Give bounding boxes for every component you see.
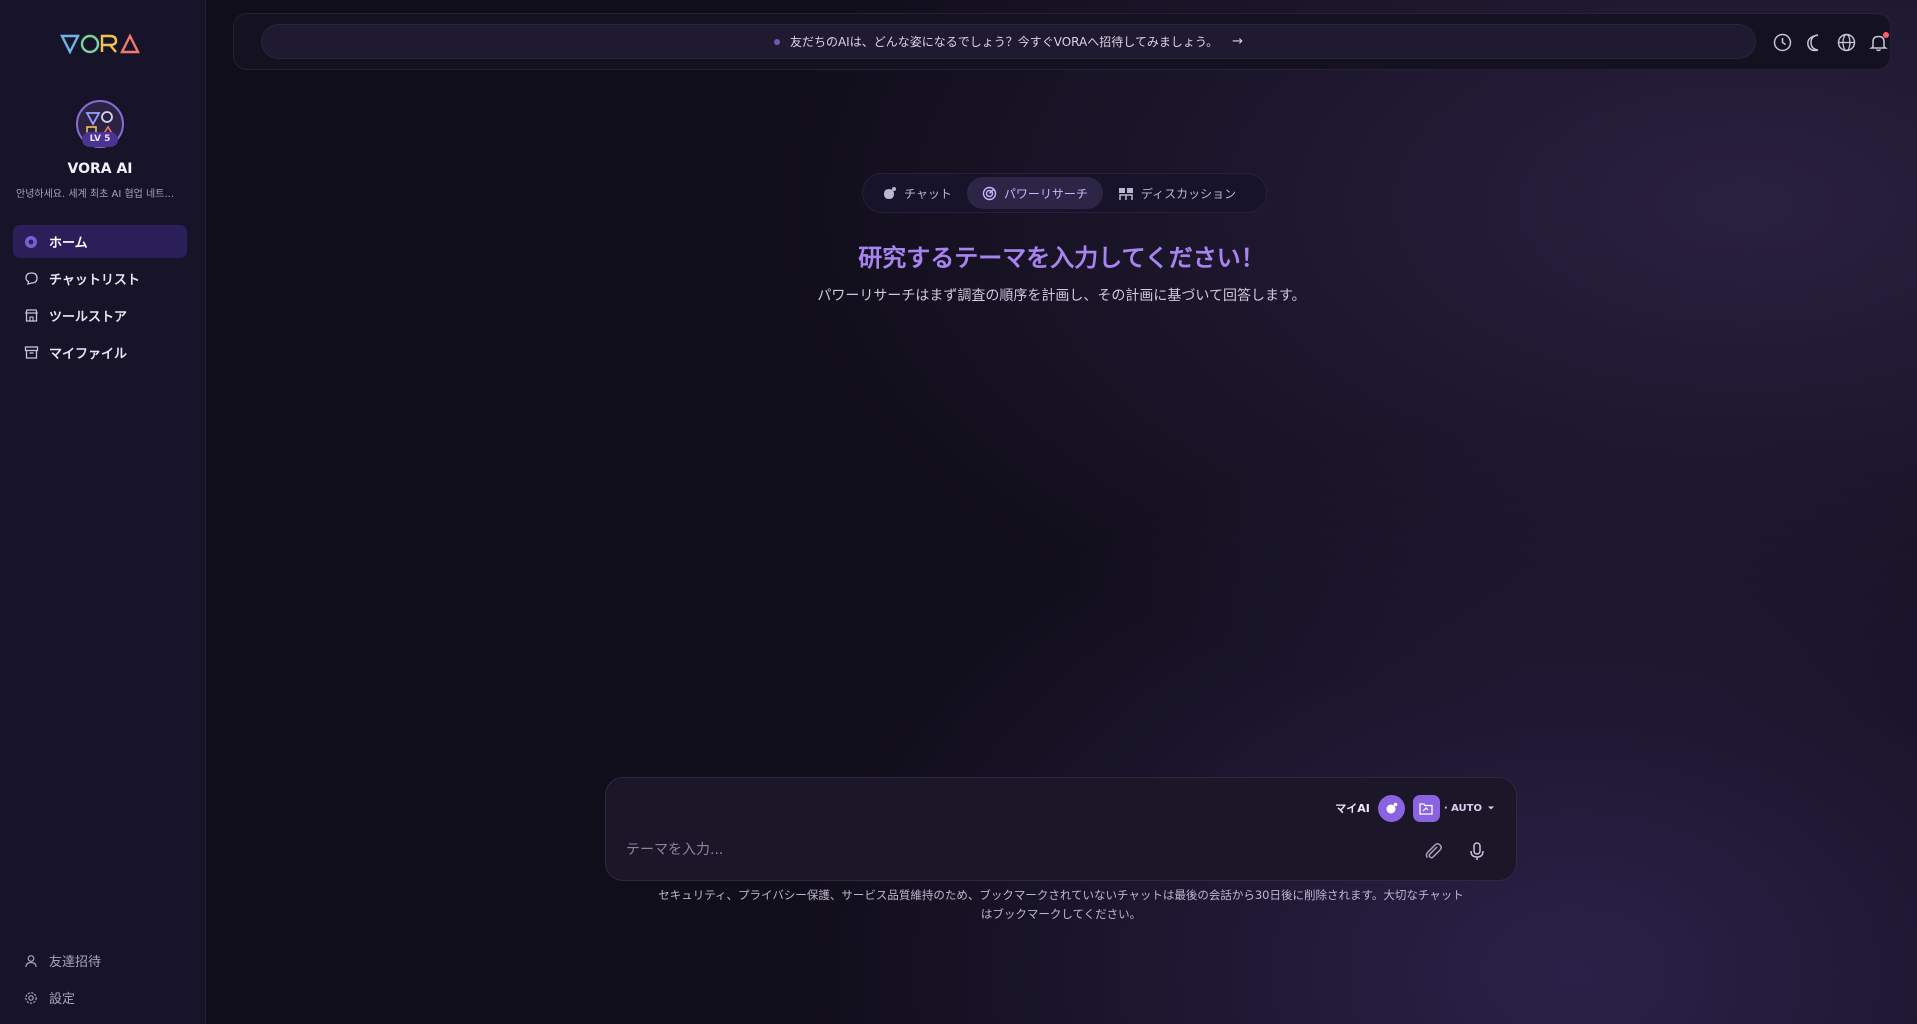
sidebar-bottom-nav: 友達招待 設定 bbox=[13, 944, 187, 1018]
header-icons bbox=[1772, 29, 1889, 55]
notification-dot bbox=[1883, 31, 1889, 38]
retention-notice: セキュリティ、プライバシー保護、サービス品質維持のため、ブックマークされていない… bbox=[605, 886, 1517, 924]
store-icon bbox=[23, 308, 39, 324]
model-icon bbox=[1412, 794, 1440, 822]
sidebar: LV 5 VORA AI 안녕하세요. 세계 최초 AI 협업 네트... ホー… bbox=[0, 0, 206, 1024]
discussion-icon bbox=[1118, 187, 1133, 200]
user-icon bbox=[23, 953, 39, 969]
ai-selector-row: マイAI · AUTO bbox=[1335, 793, 1496, 823]
sidebar-item-label: ホーム bbox=[49, 236, 88, 251]
globe-icon[interactable] bbox=[1836, 32, 1857, 53]
sidebar-nav: ホーム チャットリスト ツールストア マイファイル bbox=[13, 225, 187, 373]
chat-sparkle-icon bbox=[884, 186, 896, 199]
mode-tabs: チャット パワーリサーチ ディスカッション bbox=[862, 173, 1267, 213]
microphone-icon[interactable] bbox=[1466, 840, 1488, 862]
announcement-dot-icon bbox=[773, 38, 780, 45]
settings-label: 設定 bbox=[49, 992, 76, 1007]
model-selector[interactable]: · AUTO bbox=[1412, 794, 1496, 822]
arrow-right-icon: → bbox=[1232, 34, 1244, 49]
chevron-down-icon bbox=[1488, 806, 1494, 810]
sidebar-item-myfiles[interactable]: マイファイル bbox=[13, 336, 187, 369]
invite-friends-button[interactable]: 友達招待 bbox=[13, 944, 187, 977]
tab-power-research[interactable]: パワーリサーチ bbox=[966, 177, 1103, 209]
history-icon[interactable] bbox=[1772, 32, 1793, 53]
announcement-banner[interactable]: 友だちのAIは、どんな姿になるでしょう？今すぐVORAへ招待してみましょう。 → bbox=[261, 24, 1756, 59]
sidebar-item-label: チャットリスト bbox=[49, 273, 140, 288]
level-badge: LV 5 bbox=[82, 132, 118, 147]
tab-discussion[interactable]: ディスカッション bbox=[1103, 177, 1251, 209]
theme-input[interactable] bbox=[626, 836, 1386, 864]
tab-discussion-label: ディスカッション bbox=[1140, 186, 1237, 201]
sidebar-item-label: マイファイル bbox=[49, 347, 128, 362]
archive-icon bbox=[23, 345, 39, 361]
composer: マイAI · AUTO bbox=[605, 777, 1517, 881]
retention-notice-line1: セキュリティ、プライバシー保護、サービス品質維持のため、ブックマークされていない… bbox=[658, 888, 1464, 902]
tab-chat[interactable]: チャット bbox=[867, 177, 967, 209]
tab-chat-label: チャット bbox=[904, 186, 952, 201]
sidebar-item-toolstore[interactable]: ツールストア bbox=[13, 299, 187, 332]
sidebar-item-home[interactable]: ホーム bbox=[13, 225, 187, 258]
gear-icon bbox=[23, 990, 39, 1006]
my-ai-button[interactable] bbox=[1377, 794, 1405, 822]
paperclip-icon[interactable] bbox=[1422, 840, 1444, 862]
chat-bubble-icon bbox=[23, 271, 39, 287]
sidebar-item-label: ツールストア bbox=[49, 310, 128, 325]
main-content: 友だちのAIは、どんな姿になるでしょう？今すぐVORAへ招待してみましょう。 → bbox=[206, 0, 1917, 1024]
retention-notice-line2: はブックマークしてください。 bbox=[980, 907, 1142, 921]
tab-power-research-label: パワーリサーチ bbox=[1003, 186, 1088, 201]
announcement-text: 友だちのAIは、どんな姿になるでしょう？今すぐVORAへ招待してみましょう。 bbox=[789, 35, 1219, 49]
my-ai-label: マイAI bbox=[1335, 802, 1370, 815]
page-title: 研究するテーマを入力してください！ bbox=[858, 244, 1265, 272]
sidebar-item-chatlist[interactable]: チャットリスト bbox=[13, 262, 187, 295]
page-subtitle: パワーリサーチはまず調査の順序を計画し、その計画に基づいて回答します。 bbox=[817, 288, 1306, 304]
profile-description: 안녕하세요. 세계 최초 AI 협업 네트... bbox=[16, 189, 174, 200]
research-target-icon bbox=[982, 186, 997, 200]
top-bar: 友だちのAIは、どんな姿になるでしょう？今すぐVORAへ招待してみましょう。 → bbox=[233, 13, 1891, 70]
invite-friends-label: 友達招待 bbox=[49, 955, 102, 970]
vora-logo[interactable] bbox=[60, 32, 140, 56]
model-label: · AUTO bbox=[1443, 802, 1482, 814]
ai-sparkle-icon bbox=[1386, 802, 1398, 813]
notifications-button[interactable] bbox=[1868, 31, 1889, 53]
home-dot-icon bbox=[23, 234, 39, 250]
moon-icon[interactable] bbox=[1804, 32, 1825, 53]
settings-button[interactable]: 設定 bbox=[13, 981, 187, 1014]
profile-name: VORA AI bbox=[67, 161, 133, 177]
